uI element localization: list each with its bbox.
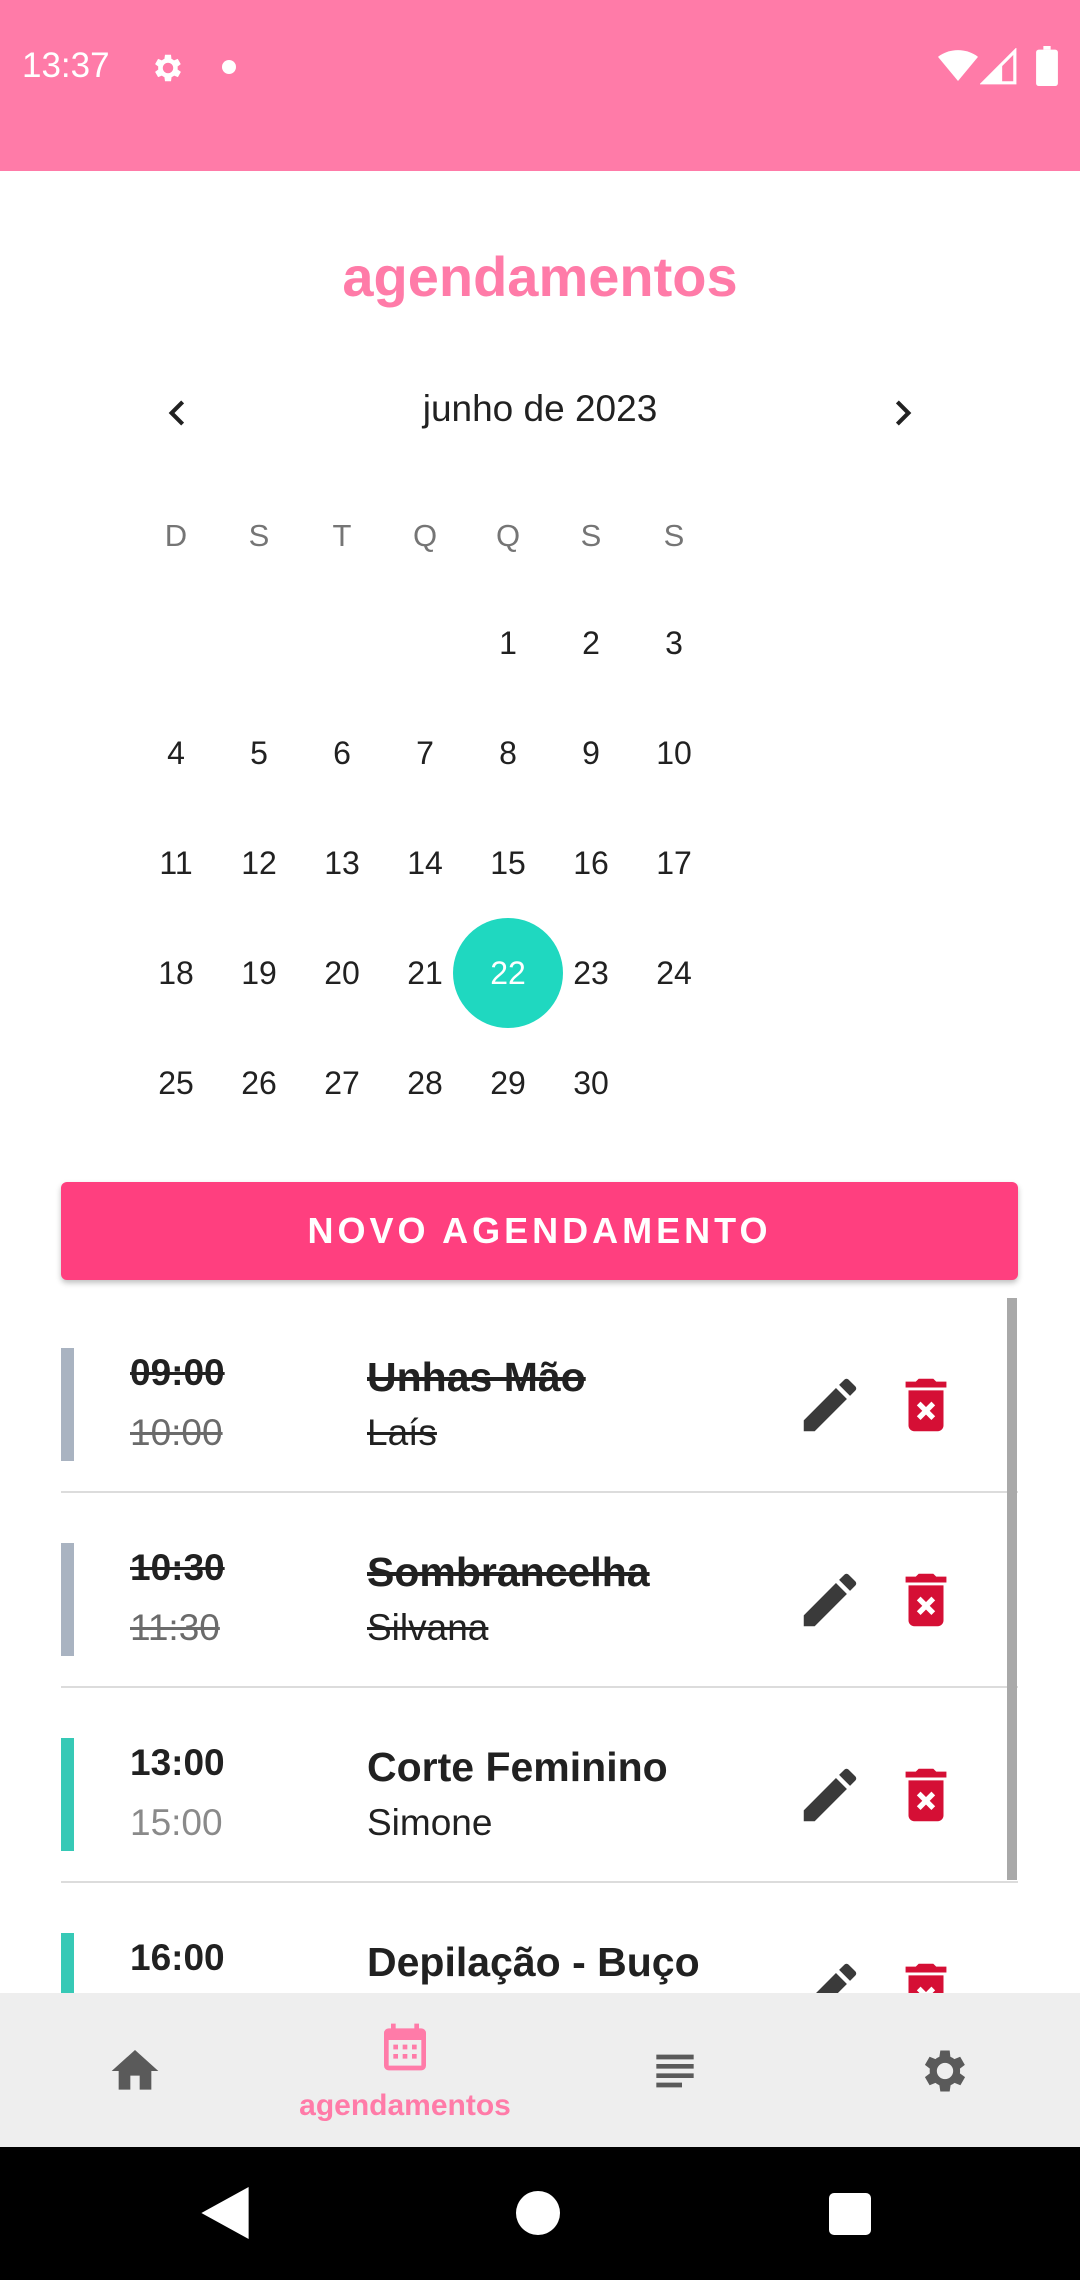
pencil-icon[interactable] (795, 1760, 865, 1830)
nav-item-home[interactable] (0, 1993, 270, 2147)
status-bar: 13:37 (0, 0, 1080, 171)
wifi-icon (938, 50, 978, 81)
page-title: agendamentos (342, 245, 738, 308)
weekday-header-row: D S T Q Q S S (55, 518, 1025, 564)
weekday-label: S (248, 518, 270, 553)
appointment-client: Silvana (367, 1607, 489, 1648)
weekday-label: T (332, 518, 352, 553)
appointment-service: Depilação - Buço (367, 1939, 700, 1985)
nav-item-settings[interactable] (810, 1993, 1080, 2147)
notification-dot (222, 60, 236, 74)
calendar-day[interactable]: 3 (619, 588, 729, 698)
status-indicator (61, 1348, 74, 1461)
system-navigation-bar (0, 2147, 1080, 2280)
calendar-day[interactable]: 30 (536, 1028, 646, 1138)
calendar-day[interactable]: 10 (619, 698, 729, 808)
signal-icon (980, 48, 1017, 85)
appointment-service: Unhas Mão (367, 1354, 586, 1400)
battery-icon (1036, 46, 1058, 86)
appointment-item[interactable]: 13:00 15:00 Corte Feminino Simone (61, 1688, 1018, 1883)
status-indicator (61, 1933, 74, 1993)
weekday-label: S (580, 518, 602, 553)
appointment-client: Simone (367, 1802, 493, 1843)
appointment-start-time: 09:00 (130, 1352, 225, 1393)
calendar-icon (384, 2023, 426, 2071)
gear-icon (155, 54, 181, 82)
appointment-end-time: 10:00 (130, 1412, 223, 1453)
calendar-month-label: junho de 2023 (422, 388, 658, 429)
trash-icon[interactable] (891, 1565, 961, 1635)
appointment-item[interactable]: 16:00 Depilação - Buço (61, 1883, 1018, 1993)
status-indicator (61, 1543, 74, 1656)
recent-apps-button[interactable] (829, 2193, 871, 2235)
settings-icon (924, 2050, 966, 2092)
weekday-label: S (663, 518, 685, 553)
trash-icon[interactable] (891, 1955, 961, 1993)
pencil-icon[interactable] (795, 1955, 865, 1993)
home-icon (111, 2050, 159, 2090)
appointment-client: Laís (367, 1412, 437, 1453)
appointment-start-time: 16:00 (130, 1937, 225, 1978)
appointment-service: Corte Feminino (367, 1744, 668, 1790)
appointment-item[interactable]: 10:30 11:30 Sombrancelha Silvana (61, 1493, 1018, 1688)
list-icon (656, 2054, 694, 2088)
status-indicator (61, 1738, 74, 1851)
appointment-end-time: 11:30 (130, 1607, 220, 1648)
appointment-start-time: 13:00 (130, 1742, 225, 1783)
pencil-icon[interactable] (795, 1370, 865, 1440)
status-time: 13:37 (22, 46, 110, 85)
appointment-item[interactable]: 09:00 10:00 Unhas Mão Laís (61, 1298, 1018, 1493)
previous-month-button[interactable] (152, 388, 202, 438)
home-button[interactable] (516, 2191, 560, 2235)
calendar-day[interactable]: 17 (619, 808, 729, 918)
bottom-navigation: agendamentos (0, 1993, 1080, 2147)
nav-label: agendamentos (299, 2089, 511, 2122)
appointment-service: Sombrancelha (367, 1549, 650, 1595)
next-month-button[interactable] (878, 388, 928, 438)
appointment-start-time: 10:30 (130, 1547, 225, 1588)
list-scrollbar[interactable] (1007, 1298, 1017, 1880)
weekday-label: D (164, 518, 188, 553)
trash-icon[interactable] (891, 1760, 961, 1830)
back-icon[interactable] (200, 2187, 250, 2239)
new-appointment-button[interactable]: NOVO AGENDAMENTO (61, 1182, 1018, 1280)
appointment-end-time: 15:00 (130, 1802, 223, 1843)
weekday-label: Q (412, 518, 438, 553)
weekday-label: Q (495, 518, 521, 553)
trash-icon[interactable] (891, 1370, 961, 1440)
calendar-day[interactable]: 24 (619, 918, 729, 1028)
nav-item-agendamentos[interactable]: agendamentos (270, 1993, 540, 2147)
nav-item-list[interactable] (540, 1993, 810, 2147)
appointment-list[interactable]: 09:00 10:00 Unhas Mão Laís 10:30 11:30 S… (61, 1298, 1018, 1993)
pencil-icon[interactable] (795, 1565, 865, 1635)
